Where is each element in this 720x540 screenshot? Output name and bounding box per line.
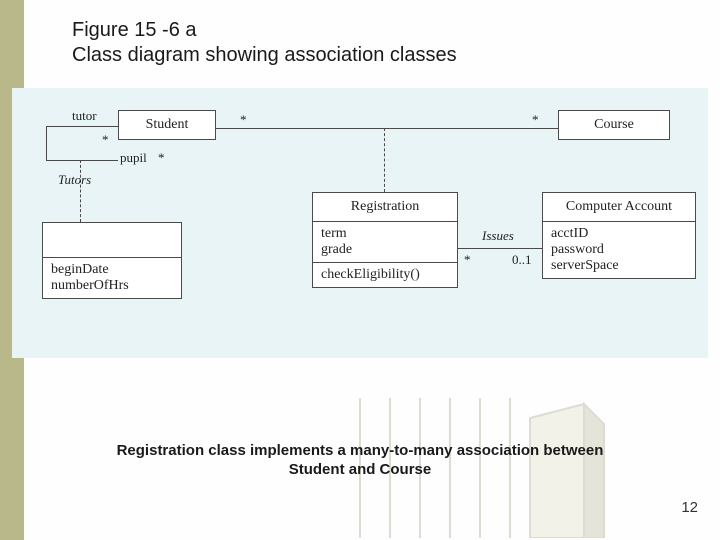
assoc-line — [457, 248, 542, 249]
assoc-tutors: Tutors — [58, 172, 91, 188]
uml-canvas: Student Course tutor * pupil * Tutors * … — [12, 88, 708, 358]
mult-star: * — [532, 112, 539, 128]
assoc-line — [215, 128, 558, 129]
assoc-dash — [80, 160, 81, 222]
caption-line-2: Student and Course — [0, 461, 720, 480]
class-name: Student — [119, 111, 215, 139]
class-empty — [43, 223, 181, 258]
class-attrs: acctID password serverSpace — [543, 222, 695, 278]
class-name: Registration — [313, 193, 457, 222]
class-registration: Registration term grade checkEligibility… — [312, 192, 458, 288]
assoc-line — [46, 126, 47, 160]
class-name: Computer Account — [543, 193, 695, 222]
assoc-dash — [384, 128, 385, 192]
class-ops: checkEligibility() — [313, 263, 457, 287]
mult-star: * — [464, 252, 471, 268]
mult-zero-one: 0..1 — [512, 252, 532, 268]
class-student: Student — [118, 110, 216, 140]
caption: Registration class implements a many-to-… — [0, 442, 720, 480]
class-attrs: term grade — [313, 222, 457, 263]
assoc-line — [46, 126, 118, 127]
role-pupil: pupil — [120, 150, 147, 166]
mult-star: * — [102, 132, 109, 148]
assoc-issues: Issues — [482, 228, 514, 244]
title-line-1: Figure 15 -6 a — [72, 18, 457, 43]
mult-star: * — [240, 112, 247, 128]
role-tutor: tutor — [72, 108, 97, 124]
slide: Figure 15 -6 a Class diagram showing ass… — [0, 0, 720, 540]
assoc-line — [46, 160, 118, 161]
mult-star: * — [158, 150, 165, 166]
figure-title: Figure 15 -6 a Class diagram showing ass… — [72, 18, 457, 68]
class-tutors-assoc: beginDate numberOfHrs — [42, 222, 182, 299]
class-name: Course — [559, 111, 669, 139]
page-number: 12 — [681, 499, 698, 516]
class-attrs: beginDate numberOfHrs — [43, 258, 181, 298]
title-line-2: Class diagram showing association classe… — [72, 43, 457, 68]
class-computer-account: Computer Account acctID password serverS… — [542, 192, 696, 279]
class-course: Course — [558, 110, 670, 140]
caption-line-1: Registration class implements a many-to-… — [0, 442, 720, 461]
